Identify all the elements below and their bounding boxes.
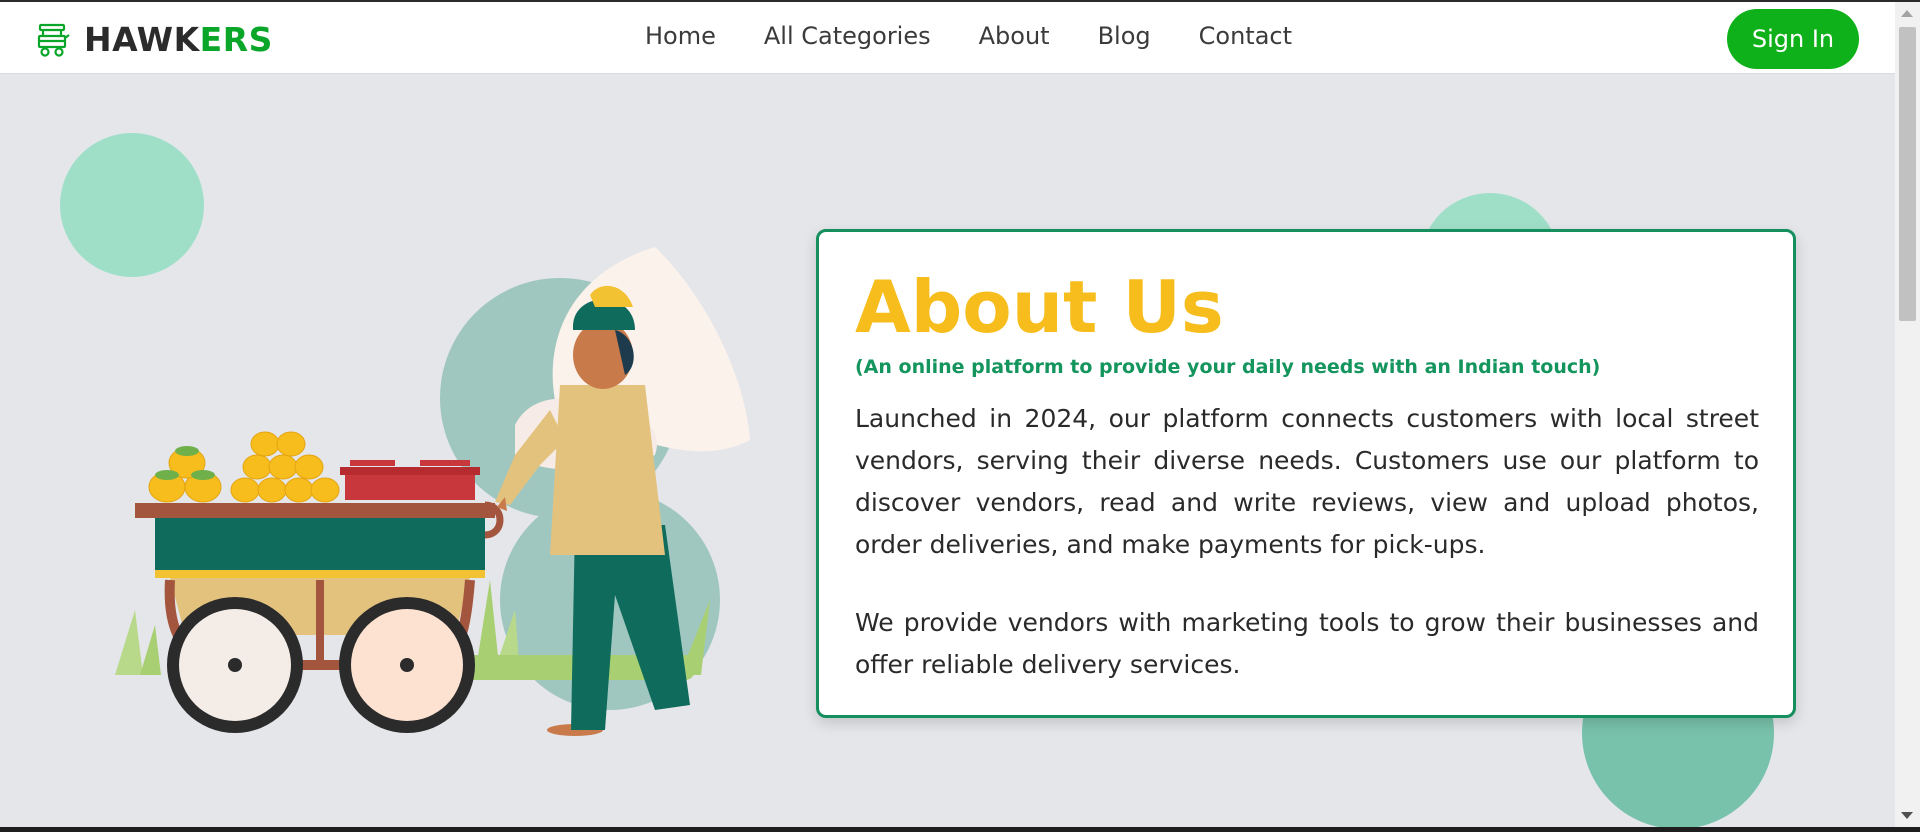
about-title: About Us: [855, 265, 1224, 349]
nav-blog[interactable]: Blog: [1098, 22, 1151, 50]
brand-name-part2: ERS: [199, 20, 273, 59]
window-bottom-border: [0, 827, 1920, 832]
scrollbar-thumb[interactable]: [1899, 27, 1916, 321]
sign-in-button[interactable]: Sign In: [1727, 9, 1859, 69]
nav-home[interactable]: Home: [645, 22, 716, 50]
nav-about[interactable]: About: [979, 22, 1050, 50]
page-scrollbar[interactable]: [1895, 2, 1920, 827]
brand-name: HAWKERS: [84, 20, 273, 59]
about-paragraph-1: Launched in 2024, our platform connects …: [855, 404, 1759, 559]
scroll-down-arrow-icon[interactable]: [1901, 812, 1913, 819]
about-subtitle: (An online platform to provide your dail…: [855, 356, 1601, 378]
main-nav: Home All Categories About Blog Contact: [645, 22, 1340, 50]
nav-contact[interactable]: Contact: [1199, 22, 1292, 50]
brand-name-part1: HAWK: [84, 20, 200, 59]
about-card: About Us (An online platform to provide …: [816, 229, 1796, 718]
scroll-up-arrow-icon[interactable]: [1901, 10, 1913, 17]
nav-all-categories[interactable]: All Categories: [764, 22, 931, 50]
site-header: HAWKERS Home All Categories About Blog C…: [0, 2, 1895, 74]
street-vendor-with-fruit-cart-illustration: [115, 247, 750, 736]
brand-logo[interactable]: HAWKERS: [36, 20, 273, 59]
about-paragraph-2: We provide vendors with marketing tools …: [855, 608, 1759, 679]
food-cart-icon: [37, 23, 70, 57]
